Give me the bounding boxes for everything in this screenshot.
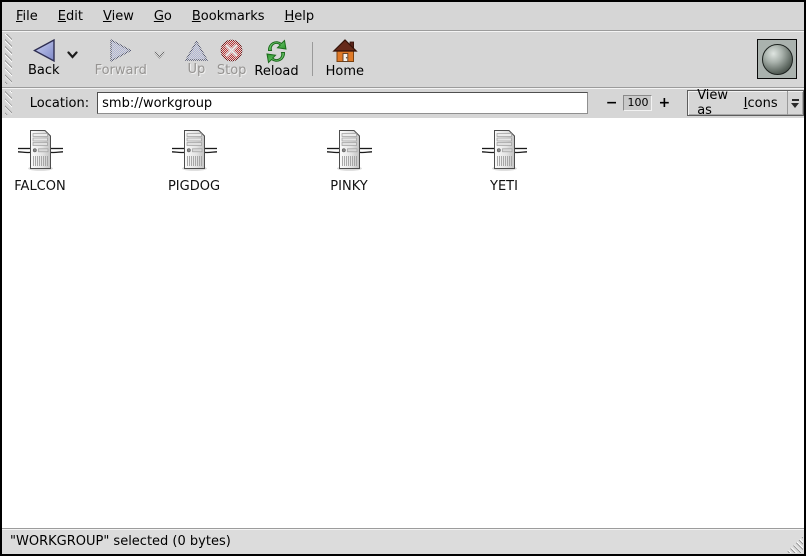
menu-bookmarks[interactable]: Bookmarks [182,5,275,28]
zoom-out-button[interactable]: − [602,95,622,111]
location-label: Location: [30,96,89,111]
view-as-label: View as Icons [688,91,786,115]
file-item-label: PINKY [330,179,367,194]
zoom-controls: − 100 + [602,95,674,111]
server-item-yeti[interactable]: YETI [449,128,559,194]
back-button[interactable]: Back [24,36,64,82]
stop-button: Stop [213,36,251,82]
status-bar: "WORKGROUP" selected (0 bytes) [2,528,804,554]
back-icon [31,38,57,63]
chevron-down-icon [67,48,78,63]
toolbar: Back Forward Up [2,30,804,87]
file-item-label: YETI [490,179,518,194]
throbber [757,39,797,79]
network-server-icon [171,128,218,176]
forward-history-dropdown [151,51,168,59]
up-icon [184,39,209,62]
menu-go[interactable]: Go [144,5,182,28]
network-server-icon [326,128,373,176]
location-input[interactable] [97,92,588,114]
home-icon [332,38,358,64]
stop-icon [219,38,244,63]
throbber-globe-icon [762,44,793,75]
dropdown-arrow-icon [787,91,803,115]
zoom-level-indicator: 100 [623,95,652,111]
toolbar-drag-handle[interactable] [5,34,12,84]
server-item-falcon[interactable]: FALCON [0,128,95,194]
reload-button[interactable]: Reload [250,36,302,83]
menu-edit[interactable]: Edit [48,5,93,28]
location-bar: Location: − 100 + View as Icons [2,87,804,118]
forward-button: Forward [91,36,151,82]
server-item-pigdog[interactable]: PIGDOG [139,128,249,194]
toolbar-separator [312,42,313,76]
file-item-label: FALCON [14,179,65,194]
reload-icon [263,38,290,64]
menu-view[interactable]: View [93,5,144,28]
file-manager-window: File Edit View Go Bookmarks Help Back Fo… [0,0,806,556]
home-button[interactable]: Home [322,36,368,83]
menu-bar: File Edit View Go Bookmarks Help [2,2,804,30]
location-bar-drag-handle[interactable] [5,91,12,115]
resize-grip[interactable] [786,536,803,553]
network-server-icon [481,128,528,176]
file-view[interactable]: FALCON PIGDOG PINKY YETI [2,118,804,528]
back-history-dropdown[interactable] [64,51,81,59]
server-item-pinky[interactable]: PINKY [294,128,404,194]
file-item-label: PIGDOG [168,179,220,194]
chevron-down-icon [154,51,165,59]
view-as-dropdown[interactable]: View as Icons [687,90,804,116]
forward-icon [108,38,134,63]
menu-help[interactable]: Help [275,5,325,28]
zoom-in-button[interactable]: + [654,95,674,111]
status-text: "WORKGROUP" selected (0 bytes) [10,534,231,549]
network-server-icon [17,128,64,176]
up-button: Up [180,37,213,81]
menu-file[interactable]: File [6,5,48,28]
